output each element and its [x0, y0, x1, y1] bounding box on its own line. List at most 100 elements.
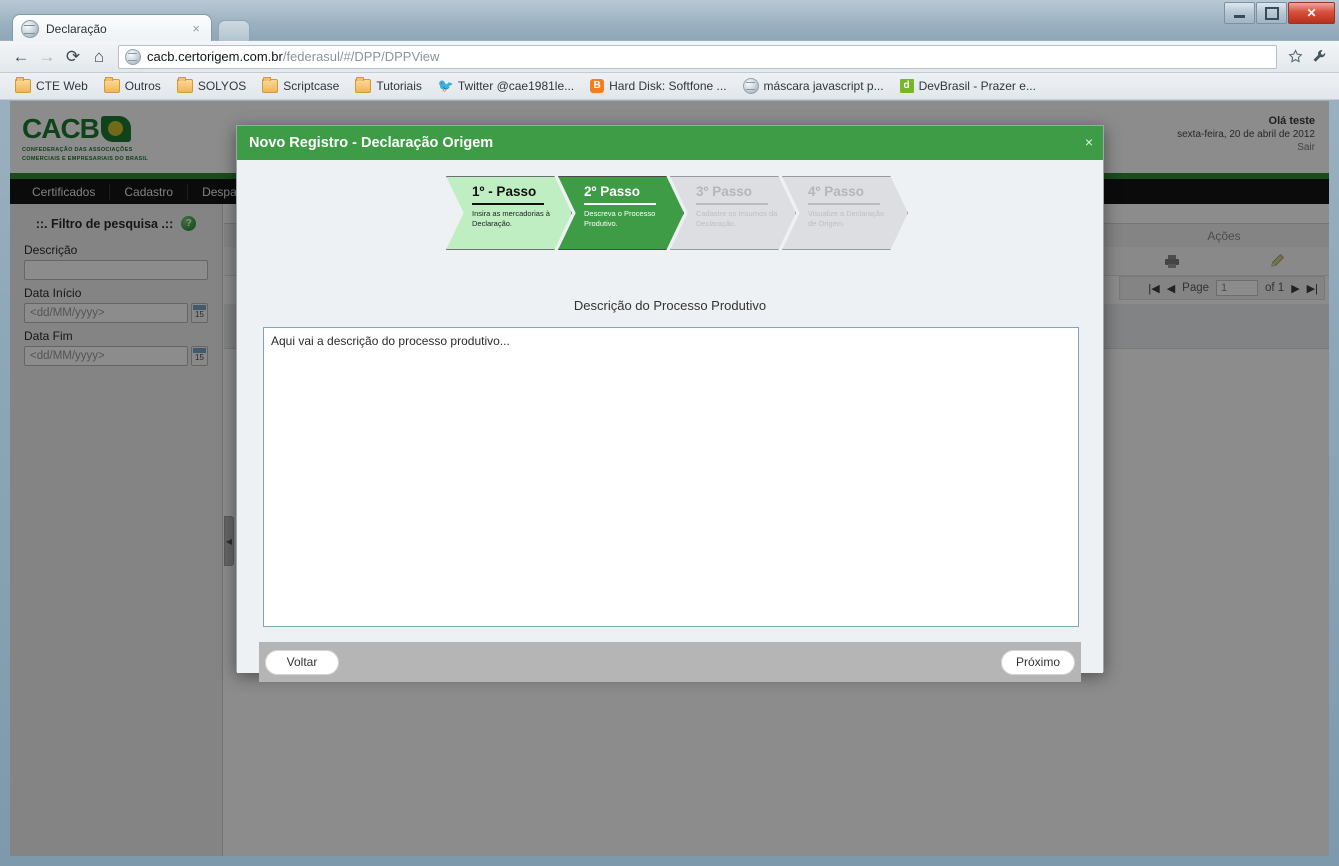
bookmark-label: CTE Web	[36, 79, 88, 93]
back-icon[interactable]: ←	[8, 44, 34, 70]
bookmark-cte-web[interactable]: CTE Web	[8, 77, 95, 95]
process-description-textarea[interactable]	[263, 327, 1079, 627]
filter-title: ::. Filtro de pesquisa .:: ?	[10, 204, 222, 237]
user-block: Olá teste sexta-feira, 20 de abril de 20…	[1177, 115, 1315, 154]
pager-label: Page	[1182, 282, 1210, 294]
bookmark-outros[interactable]: Outros	[97, 77, 168, 95]
folder-icon	[262, 77, 279, 93]
bookmark-label: Tutoriais	[376, 79, 422, 93]
url-host: cacb.certorigem.com.br	[147, 49, 283, 64]
bookmark-star-icon[interactable]	[1283, 45, 1307, 69]
pager-page-input[interactable]: 1	[1216, 280, 1259, 296]
wizard-step-2[interactable]: 2º Passo Descreva o Processo Produtivo.	[558, 176, 684, 250]
pager-first-button[interactable]: |◀	[1148, 282, 1159, 295]
calendar-day-number: 15	[195, 310, 204, 319]
folder-icon	[176, 77, 193, 93]
bookmarks-bar: CTE Web Outros SOLYOS Scriptcase Tutoria…	[0, 73, 1339, 100]
url-path: /federasul/#/DPP/DPPView	[282, 49, 440, 64]
bookmark-tutoriais[interactable]: Tutoriais	[348, 77, 429, 95]
logo-wordmark: CACB	[22, 113, 100, 144]
step-1-label: 1º - Passo	[472, 184, 537, 199]
bookmark-label: Hard Disk: Softfone ...	[609, 79, 727, 93]
label-data-fim: Data Fim	[24, 329, 73, 343]
address-bar[interactable]: cacb.certorigem.com.br/federasul/#/DPP/D…	[118, 44, 1277, 69]
bookmark-mascara-javascript[interactable]: máscara javascript p...	[736, 76, 891, 96]
voltar-button[interactable]: Voltar	[265, 649, 339, 675]
nav-item-certificados[interactable]: Certificados	[18, 183, 111, 200]
folder-icon	[355, 77, 372, 93]
modal-header: Novo Registro - Declaração Origem ×	[237, 126, 1103, 160]
modal-title: Novo Registro - Declaração Origem	[249, 135, 494, 151]
pencil-icon[interactable]	[1224, 247, 1329, 275]
calendar-day-number: 15	[195, 353, 204, 362]
bookmark-twitter[interactable]: 🐦 Twitter @cae1981le...	[431, 77, 581, 95]
step-2-description: Descreva o Processo Produtivo.	[584, 209, 656, 228]
twitter-icon: 🐦	[437, 78, 455, 93]
blogger-icon: B	[590, 79, 605, 93]
grid-pagination: |◀ ◀ Page 1 of 1 ▶ ▶|	[1119, 276, 1325, 300]
label-data-inicio: Data Início	[24, 286, 82, 300]
forward-icon[interactable]: →	[34, 44, 60, 70]
wizard-step-1[interactable]: 1º - Passo Insira as mercadorias à Decla…	[446, 176, 572, 250]
bookmark-hard-disk[interactable]: B Hard Disk: Softfone ...	[583, 77, 733, 95]
logout-link[interactable]: Sair	[1177, 141, 1315, 154]
modal-footer: Voltar Próximo	[259, 642, 1081, 682]
pager-last-button[interactable]: ▶|	[1307, 282, 1318, 295]
current-date: sexta-feira, 20 de abril de 2012	[1177, 129, 1315, 140]
step-divider	[808, 203, 880, 205]
wizard-step-4[interactable]: 4º Passo Visualize a Declaração de Orige…	[782, 176, 908, 250]
page-info-icon	[125, 48, 141, 65]
step-4-label: 4º Passo	[808, 184, 864, 199]
new-tab-button[interactable]	[218, 20, 250, 42]
pager-prev-button[interactable]: ◀	[1167, 282, 1175, 295]
folder-icon	[103, 77, 120, 93]
bookmark-label: máscara javascript p...	[763, 79, 884, 93]
step-2-label: 2º Passo	[584, 184, 640, 199]
step-divider	[696, 203, 768, 205]
folder-icon	[15, 77, 31, 93]
bookmark-label: SOLYOS	[197, 79, 247, 93]
action-icons	[1119, 247, 1329, 275]
devbrasil-icon: d	[899, 79, 914, 93]
tab-strip: Declaração ×	[0, 14, 1339, 42]
close-tab-icon[interactable]: ×	[189, 21, 203, 36]
column-header-acoes: Ações	[1207, 229, 1241, 243]
user-greeting: Olá teste	[1268, 115, 1315, 127]
home-icon[interactable]: ⌂	[86, 44, 112, 70]
wizard-step-3[interactable]: 3º Passo Cadastre os Insumos da Declaraç…	[670, 176, 796, 250]
step-3-label: 3º Passo	[696, 184, 752, 199]
wizard-steps: 1º - Passo Insira as mercadorias à Decla…	[237, 176, 1103, 250]
bookmark-label: DevBrasil - Prazer e...	[918, 79, 1036, 93]
tab-declaracao[interactable]: Declaração ×	[12, 14, 212, 42]
data-fim-input[interactable]: <dd/MM/yyyy>	[24, 346, 188, 366]
bookmark-scriptcase[interactable]: Scriptcase	[255, 77, 346, 95]
pager-total: of 1	[1265, 282, 1285, 294]
settings-wrench-icon[interactable]	[1307, 45, 1331, 69]
step-4-description: Visualize a Declaração de Origem	[808, 209, 885, 228]
help-icon[interactable]: ?	[181, 216, 197, 231]
bookmark-label: Scriptcase	[283, 79, 340, 93]
data-inicio-input[interactable]: <dd/MM/yyyy>	[24, 303, 188, 323]
bookmark-label: Outros	[124, 79, 161, 93]
new-registro-modal: Novo Registro - Declaração Origem × 1º -…	[236, 125, 1104, 682]
logo-mark-icon	[100, 116, 131, 142]
logo-subtitle-line1: CONFEDERAÇÃO DAS ASSOCIAÇÕES	[22, 147, 133, 153]
pager-next-button[interactable]: ▶	[1291, 282, 1299, 295]
nav-item-cadastro[interactable]: Cadastro	[110, 183, 189, 200]
step-1-description: Insira as mercadorias à Declaração.	[472, 209, 550, 228]
reload-icon[interactable]: ⟳	[60, 44, 86, 70]
calendar-icon-inicio[interactable]: 15	[191, 303, 208, 323]
tab-label: Declaração	[46, 21, 107, 36]
descricao-input[interactable]	[24, 260, 208, 280]
sidebar-collapse-handle[interactable]: ◀	[224, 516, 234, 566]
bookmark-solyos[interactable]: SOLYOS	[170, 77, 253, 95]
bookmark-devbrasil[interactable]: d DevBrasil - Prazer e...	[893, 77, 1043, 95]
proximo-button[interactable]: Próximo	[1001, 649, 1075, 675]
page-viewport: CACB CONFEDERAÇÃO DAS ASSOCIAÇÕES COMERC…	[10, 101, 1329, 856]
close-icon[interactable]: ×	[1085, 135, 1093, 149]
calendar-icon-fim[interactable]: 15	[191, 346, 208, 366]
printer-icon[interactable]	[1119, 247, 1224, 275]
step-divider	[472, 203, 544, 205]
search-filter-sidebar: ::. Filtro de pesquisa .:: ? Descrição D…	[10, 204, 223, 856]
filter-title-text: ::. Filtro de pesquisa .::	[35, 216, 174, 231]
